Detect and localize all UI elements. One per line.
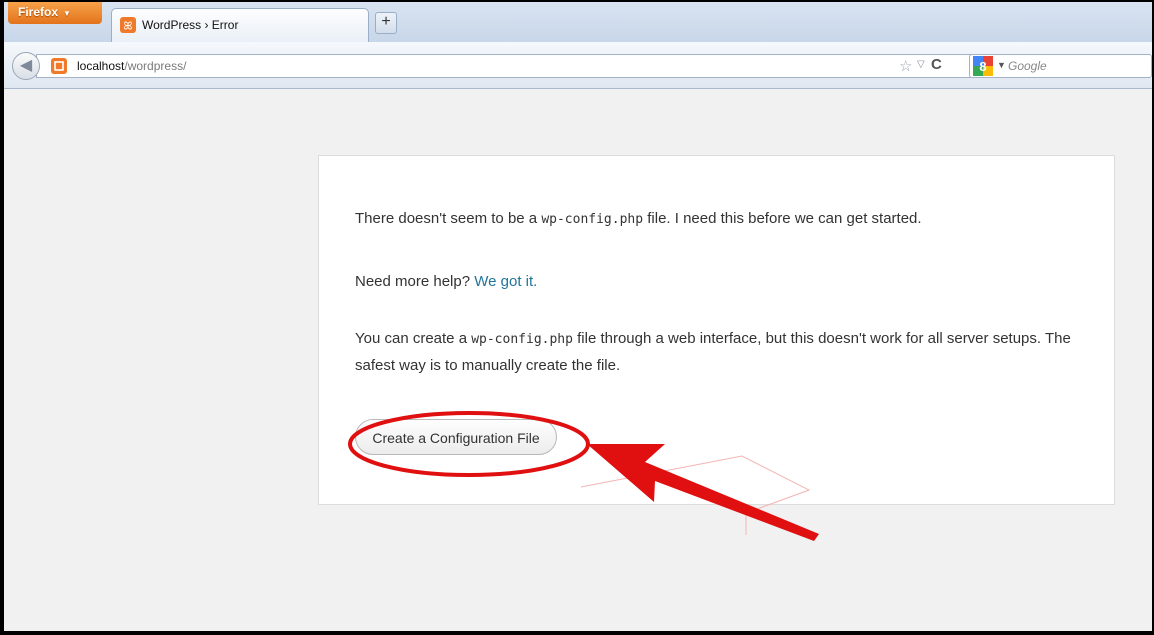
firefox-menu-label: Firefox bbox=[18, 5, 59, 19]
reload-icon[interactable]: C bbox=[931, 56, 942, 73]
chevron-down-icon: ▼ bbox=[63, 9, 71, 18]
setup-config-box: There doesn't seem to be a wp-config.php… bbox=[318, 155, 1115, 505]
text-segment: There doesn't seem to be a bbox=[355, 210, 542, 227]
help-message: Need more help? We got it. bbox=[355, 269, 537, 295]
svg-text:ꕤ: ꕤ bbox=[123, 20, 132, 33]
address-bar[interactable]: localhost/wordpress/ ☆ ▽ C bbox=[36, 54, 986, 78]
tab-title: WordPress › Error bbox=[142, 18, 239, 32]
firefox-menu-button[interactable]: Firefox ▼ bbox=[8, 2, 102, 24]
search-placeholder: Google bbox=[1008, 59, 1047, 73]
browser-window: Firefox ▼ ꕤ WordPress › Error + localhost… bbox=[4, 2, 1152, 631]
help-link[interactable]: We got it. bbox=[474, 273, 537, 290]
new-tab-button[interactable]: + bbox=[375, 12, 397, 34]
search-bar[interactable]: 8 ▼ Google bbox=[969, 54, 1152, 78]
url-path: /wordpress/ bbox=[124, 59, 187, 73]
missing-config-message: There doesn't seem to be a wp-config.php… bbox=[355, 206, 922, 233]
tab-strip: Firefox ▼ ꕤ WordPress › Error + bbox=[4, 2, 1152, 42]
svg-text:8: 8 bbox=[979, 59, 986, 74]
history-dropdown-icon[interactable]: ▽ bbox=[917, 59, 925, 70]
google-icon[interactable]: 8 bbox=[973, 56, 995, 81]
create-config-message: You can create a wp-config.php file thro… bbox=[355, 326, 1095, 379]
text-segment: You can create a bbox=[355, 330, 472, 347]
site-identity-icon[interactable] bbox=[51, 58, 67, 79]
tab-wordpress-error[interactable]: ꕤ WordPress › Error bbox=[111, 8, 369, 42]
url-text[interactable]: localhost/wordpress/ bbox=[77, 59, 186, 73]
create-configuration-file-button[interactable]: Create a Configuration File bbox=[355, 419, 557, 455]
bookmark-star-icon[interactable]: ☆ bbox=[899, 57, 912, 75]
back-button[interactable]: ◀ bbox=[12, 52, 40, 80]
xampp-favicon-icon: ꕤ bbox=[120, 17, 136, 38]
filename-code: wp-config.php bbox=[541, 212, 644, 227]
search-engine-dropdown-icon[interactable]: ▼ bbox=[997, 60, 1006, 70]
text-segment: Need more help? bbox=[355, 273, 475, 290]
navigation-bar: localhost/wordpress/ ☆ ▽ C ◀ 8 ▼ Google bbox=[4, 42, 1152, 89]
text-segment: file. I need this before we can get star… bbox=[643, 210, 922, 227]
back-arrow-icon: ◀ bbox=[19, 57, 33, 74]
page-content: There doesn't seem to be a wp-config.php… bbox=[4, 89, 1152, 631]
url-host: localhost bbox=[77, 59, 125, 73]
filename-code: wp-config.php bbox=[471, 332, 573, 347]
